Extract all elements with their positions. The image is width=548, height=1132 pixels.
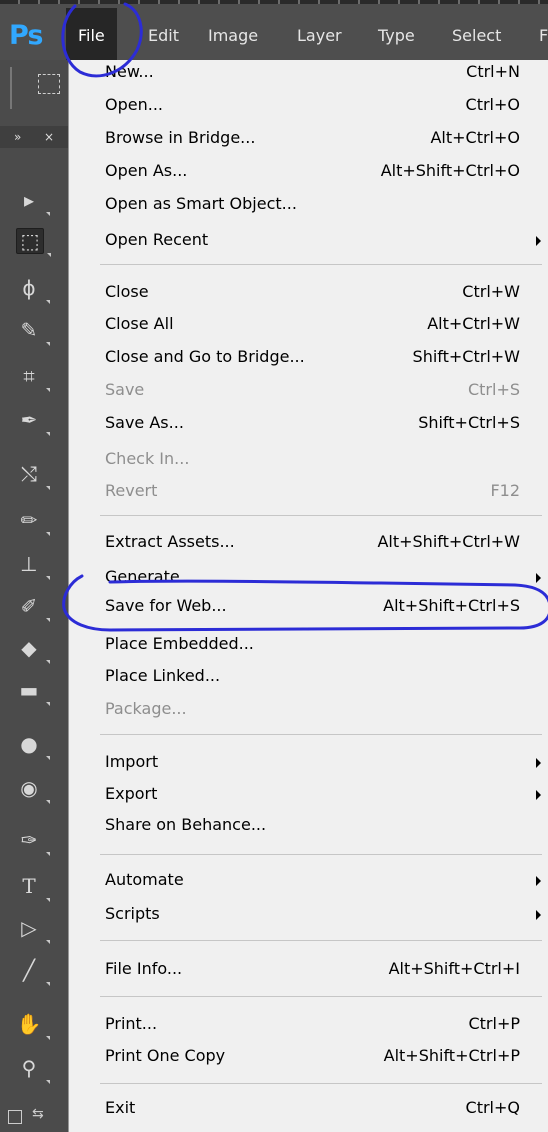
menu-item-place-embedded[interactable]: Place Embedded... <box>105 628 548 660</box>
menu-item-scripts[interactable]: Scripts <box>105 898 548 930</box>
blur-tool-icon[interactable]: ● <box>16 732 42 756</box>
line-tool-icon[interactable]: ╱ <box>16 958 42 982</box>
default-colors-icon[interactable] <box>8 1110 22 1124</box>
healing-brush-tool-icon[interactable]: ⤭ <box>16 462 42 486</box>
menu-item-automate[interactable]: Automate <box>105 864 548 896</box>
menu-separator <box>100 1083 542 1084</box>
submenu-arrow-icon <box>536 876 541 886</box>
menu-item-open-recent[interactable]: Open Recent <box>105 224 548 256</box>
menu-item-generate[interactable]: Generate <box>105 561 548 593</box>
submenu-arrow-icon <box>536 236 541 246</box>
brush-tool-icon[interactable]: ✏ <box>16 508 42 532</box>
menu-item-import[interactable]: Import <box>105 746 548 778</box>
eyedropper-tool-icon[interactable]: ✒ <box>16 408 42 432</box>
history-brush-tool-icon[interactable]: ✐ <box>16 594 42 618</box>
panel-header[interactable]: » × <box>0 126 68 148</box>
menu-item-check-in[interactable]: Check In... <box>105 443 548 475</box>
menu-item-revert[interactable]: Revert F12 <box>105 475 548 507</box>
clone-stamp-tool-icon[interactable]: ⊥ <box>16 552 42 576</box>
menu-separator <box>100 515 542 516</box>
menu-item-export[interactable]: Export <box>105 778 548 810</box>
submenu-arrow-icon <box>536 790 541 800</box>
menu-item-package[interactable]: Package... <box>105 693 548 725</box>
zoom-tool-icon[interactable]: ⚲ <box>16 1056 42 1080</box>
menu-item-open-as-smart-object[interactable]: Open as Smart Object... <box>105 188 548 220</box>
menu-item-save-for-web[interactable]: Save for Web... Alt+Shift+Ctrl+S <box>105 590 548 622</box>
menu-item-exit[interactable]: Exit Ctrl+Q <box>105 1092 548 1124</box>
menu-item-open-as[interactable]: Open As... Alt+Shift+Ctrl+O <box>105 155 548 187</box>
pen-tool-icon[interactable]: ✑ <box>16 828 42 852</box>
submenu-arrow-icon <box>536 573 541 583</box>
menu-item-close-and-go-to-bridge[interactable]: Close and Go to Bridge... Shift+Ctrl+W <box>105 341 548 373</box>
menu-item-save-as[interactable]: Save As... Shift+Ctrl+S <box>105 407 548 439</box>
marquee-options-icon <box>38 74 60 94</box>
crop-tool-icon[interactable]: ⌗ <box>16 364 42 388</box>
move-tool-icon[interactable]: ▸ <box>16 188 42 212</box>
menu-item-extract-assets[interactable]: Extract Assets... Alt+Shift+Ctrl+W <box>105 526 548 558</box>
dodge-tool-icon[interactable]: ◉ <box>16 776 42 800</box>
menu-item-browse-in-bridge[interactable]: Browse in Bridge... Alt+Ctrl+O <box>105 122 548 154</box>
collapse-panel-icon[interactable]: » <box>14 126 21 148</box>
menu-item-share-on-behance[interactable]: Share on Behance... <box>105 809 548 841</box>
submenu-arrow-icon <box>536 758 541 768</box>
menu-item-file-info[interactable]: File Info... Alt+Shift+Ctrl+I <box>105 953 548 985</box>
eraser-tool-icon[interactable]: ◆ <box>16 636 42 660</box>
menu-item-open[interactable]: Open... Ctrl+O <box>105 89 548 121</box>
quick-selection-tool-icon[interactable]: ✎ <box>16 318 42 342</box>
path-selection-tool-icon[interactable]: ▷ <box>16 916 42 940</box>
menu-separator <box>100 264 542 265</box>
swap-colors-icon[interactable]: ⇆ <box>32 1106 44 1122</box>
menu-separator <box>100 940 542 941</box>
close-panel-icon[interactable]: × <box>44 126 54 148</box>
panel-grip[interactable] <box>10 67 12 109</box>
marquee-tool-icon[interactable]: ⬚ <box>16 228 44 254</box>
menu-item-print-one-copy[interactable]: Print One Copy Alt+Shift+Ctrl+P <box>105 1040 548 1072</box>
type-tool-icon[interactable]: T <box>16 874 42 898</box>
gradient-tool-icon[interactable]: ▬ <box>16 678 42 702</box>
tools-panel: » × ▸ ⬚ ϕ ✎ ⌗ ✒ ⤭ ✏ ⊥ ✐ ◆ ▬ ● ◉ ✑ T ▷ ╱ … <box>0 60 68 1132</box>
submenu-arrow-icon <box>536 910 541 920</box>
photoshop-logo: Ps <box>0 8 66 64</box>
menu-separator <box>100 734 542 735</box>
menu-separator <box>100 854 542 855</box>
menu-item-place-linked[interactable]: Place Linked... <box>105 660 548 692</box>
menu-item-close[interactable]: Close Ctrl+W <box>105 276 548 308</box>
lasso-tool-icon[interactable]: ϕ <box>16 276 42 300</box>
menu-item-close-all[interactable]: Close All Alt+Ctrl+W <box>105 308 548 340</box>
menu-item-print[interactable]: Print... Ctrl+P <box>105 1008 548 1040</box>
hand-tool-icon[interactable]: ✋ <box>16 1012 42 1036</box>
menu-bar: Ps File Edit Image Layer Type Select F <box>0 4 548 64</box>
menu-separator <box>100 996 542 997</box>
menu-item-new[interactable]: New... Ctrl+N <box>105 56 548 88</box>
menu-item-save[interactable]: Save Ctrl+S <box>105 374 548 406</box>
